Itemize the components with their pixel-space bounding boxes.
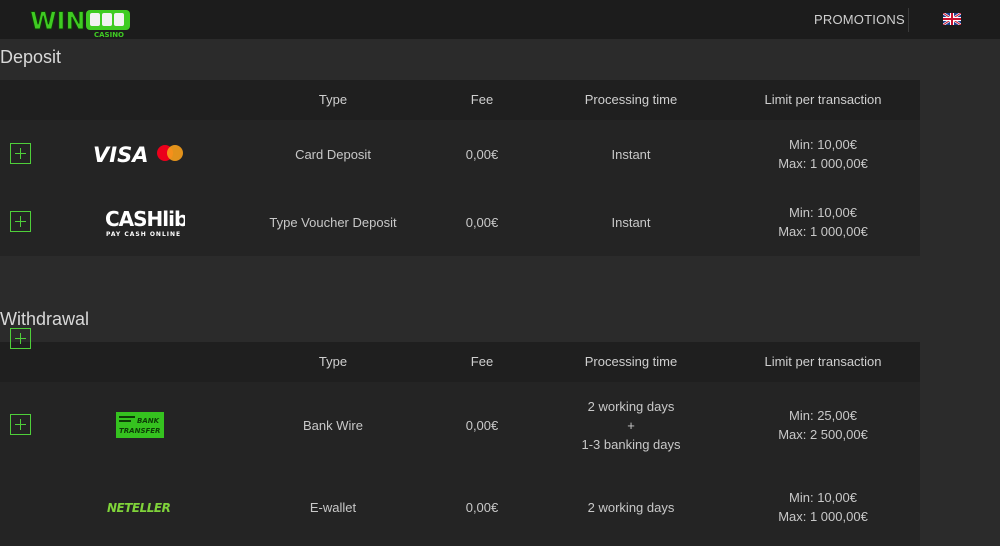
column-header-fee: Fee	[470, 92, 494, 107]
bank-transfer-logo: BANK TRANSFER	[80, 382, 200, 468]
svg-text:CASINO: CASINO	[94, 31, 124, 39]
svg-text:VISA: VISA	[93, 143, 148, 166]
svg-text:PAY CASH ONLINE: PAY CASH ONLINE	[106, 231, 181, 238]
deposit-table-header: Type Fee Processing time Limit per trans…	[0, 80, 920, 120]
processing-line: 1-3 banking days	[581, 436, 681, 452]
table-row: NETELLER E-wallet 0,00€ 2 working days M…	[0, 328, 920, 546]
row-processing: 2 working days	[587, 499, 675, 515]
row-type: Card Deposit	[295, 146, 371, 162]
column-header-type: Type	[318, 92, 348, 107]
expand-button[interactable]	[10, 211, 31, 232]
limit-min: Min: 10,00€	[789, 205, 857, 220]
nav-promotions-link[interactable]: PROMOTIONS	[814, 12, 905, 27]
svg-text:WIN: WIN	[30, 7, 86, 35]
table-row: VISA Card Deposit 0,00€ Instant Min: 10,…	[0, 120, 920, 188]
row-fee: 0,00€	[465, 499, 499, 515]
table-row: CASHlib PAY CASH ONLINE Type Voucher Dep…	[0, 188, 920, 256]
limit-max: Max: 1 000,00€	[778, 509, 868, 524]
withdrawal-table-header: Type Fee Processing time Limit per trans…	[0, 342, 920, 382]
withdrawal-table: Type Fee Processing time Limit per trans…	[0, 328, 920, 546]
row-processing: 2 working days + 1-3 banking days	[556, 382, 706, 468]
limit-max: Max: 2 500,00€	[778, 427, 868, 442]
row-type: E-wallet	[309, 499, 357, 515]
row-processing: Instant	[611, 214, 651, 230]
limit-min: Min: 10,00€	[789, 490, 857, 505]
expand-button[interactable]	[10, 328, 31, 349]
uk-flag-icon[interactable]	[943, 13, 961, 25]
neteller-icon: NETELLER	[107, 501, 171, 515]
win-casino-logo[interactable]: WIN CASINO	[30, 4, 136, 40]
svg-text:NETELLER: NETELLER	[107, 501, 171, 515]
column-header-fee: Fee	[470, 354, 494, 369]
row-limit: Min: 10,00€ Max: 1 000,00€	[728, 120, 918, 188]
expand-button[interactable]	[10, 414, 31, 435]
visa-mastercard-logo: VISA	[80, 120, 200, 188]
limit-min: Min: 10,00€	[789, 137, 857, 152]
neteller-logo: NETELLER	[80, 468, 200, 546]
column-header-type: Type	[318, 354, 348, 369]
svg-text:TRANSFER: TRANSFER	[119, 427, 160, 435]
row-processing: Instant	[611, 146, 651, 162]
table-row: BANK TRANSFER Bank Wire 0,00€ 2 working …	[0, 382, 920, 468]
row-fee: 0,00€	[465, 214, 499, 230]
cashlib-logo: CASHlib PAY CASH ONLINE	[80, 188, 200, 256]
processing-line: 2 working days	[587, 398, 675, 414]
bank-transfer-icon: BANK TRANSFER	[116, 412, 164, 438]
row-limit: Min: 25,00€ Max: 2 500,00€	[728, 382, 918, 468]
cashlib-icon: CASHlib PAY CASH ONLINE	[105, 207, 185, 238]
svg-text:BANK: BANK	[137, 417, 160, 425]
processing-line: +	[627, 417, 635, 433]
column-header-processing: Processing time	[584, 354, 678, 369]
column-header-limit: Limit per transaction	[764, 354, 882, 369]
row-fee: 0,00€	[465, 417, 499, 433]
limit-max: Max: 1 000,00€	[778, 224, 868, 239]
nav-divider	[908, 8, 909, 32]
svg-text:CASHlib: CASHlib	[105, 207, 185, 231]
row-type: Type Voucher Deposit	[269, 214, 397, 230]
limit-min: Min: 25,00€	[789, 408, 857, 423]
visa-mastercard-icon: VISA	[93, 143, 183, 166]
row-type: Bank Wire	[303, 417, 363, 433]
withdrawal-section-title: Withdrawal	[0, 309, 90, 329]
column-header-processing: Processing time	[584, 92, 678, 107]
expand-button[interactable]	[10, 143, 31, 164]
deposit-section-title: Deposit	[0, 47, 62, 67]
column-header-limit: Limit per transaction	[764, 92, 882, 107]
row-fee: 0,00€	[465, 146, 499, 162]
top-bar: WIN CASINO PROMOTIONS	[0, 0, 1000, 39]
limit-max: Max: 1 000,00€	[778, 156, 868, 171]
deposit-table: Type Fee Processing time Limit per trans…	[0, 80, 920, 256]
row-limit: Min: 10,00€ Max: 1 000,00€	[728, 188, 918, 256]
row-limit: Min: 10,00€ Max: 1 000,00€	[728, 468, 918, 546]
